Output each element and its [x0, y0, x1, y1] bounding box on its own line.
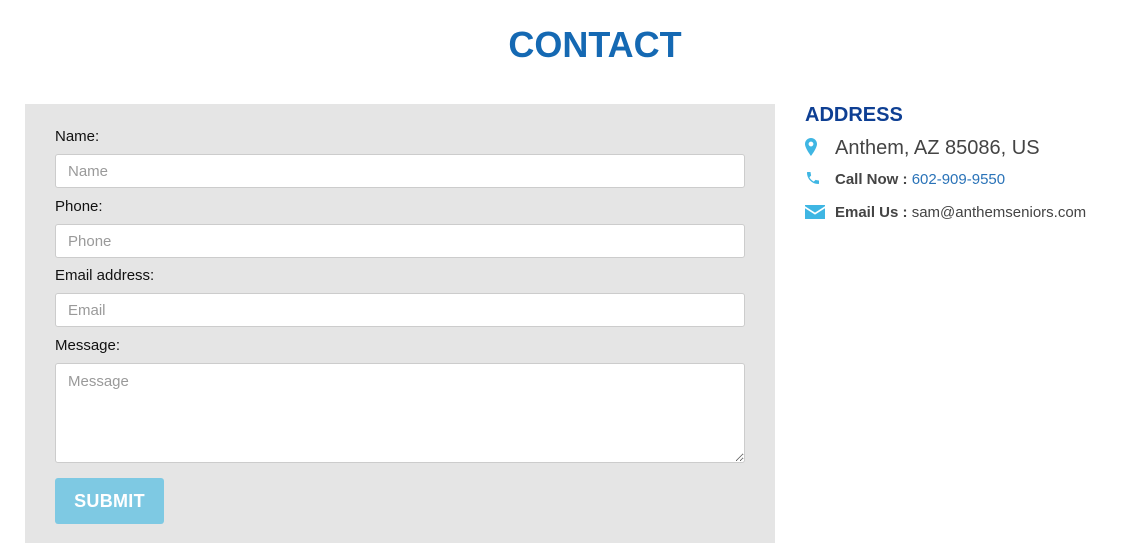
name-input[interactable] [55, 154, 745, 188]
email-text: Email Us : sam@anthemseniors.com [835, 204, 1086, 222]
phone-icon [805, 170, 821, 191]
email-input[interactable] [55, 293, 745, 327]
message-textarea[interactable] [55, 363, 745, 463]
phone-label: Call Now : [835, 171, 908, 188]
phone-row: Call Now : 602-909-9550 [805, 170, 1115, 190]
name-label: Name: [55, 128, 100, 145]
email-row: Email Us : sam@anthemseniors.com [805, 203, 1115, 223]
contact-form: Name: Phone: Email address: Message: SUB… [25, 104, 775, 543]
email-value: sam@anthemseniors.com [911, 204, 1087, 221]
phone-label: Phone: [55, 198, 103, 215]
contact-page: CONTACT Name: Phone: Email address: Mess… [0, 0, 1123, 543]
envelope-icon [805, 205, 825, 224]
message-label: Message: [55, 337, 121, 354]
phone-text: Call Now : 602-909-9550 [835, 171, 1005, 189]
email-label: Email address: [55, 267, 155, 284]
address-heading: ADDRESS [805, 104, 903, 126]
email-label: Email Us : [835, 204, 908, 221]
phone-link[interactable]: 602-909-9550 [912, 171, 1005, 188]
address-text: Anthem, AZ 85086, US [835, 137, 1040, 159]
submit-button[interactable]: SUBMIT [55, 478, 164, 524]
address-row: Anthem, AZ 85086, US [805, 135, 1115, 161]
page-title: CONTACT [508, 24, 682, 65]
phone-input[interactable] [55, 224, 745, 258]
map-pin-icon [805, 138, 817, 161]
